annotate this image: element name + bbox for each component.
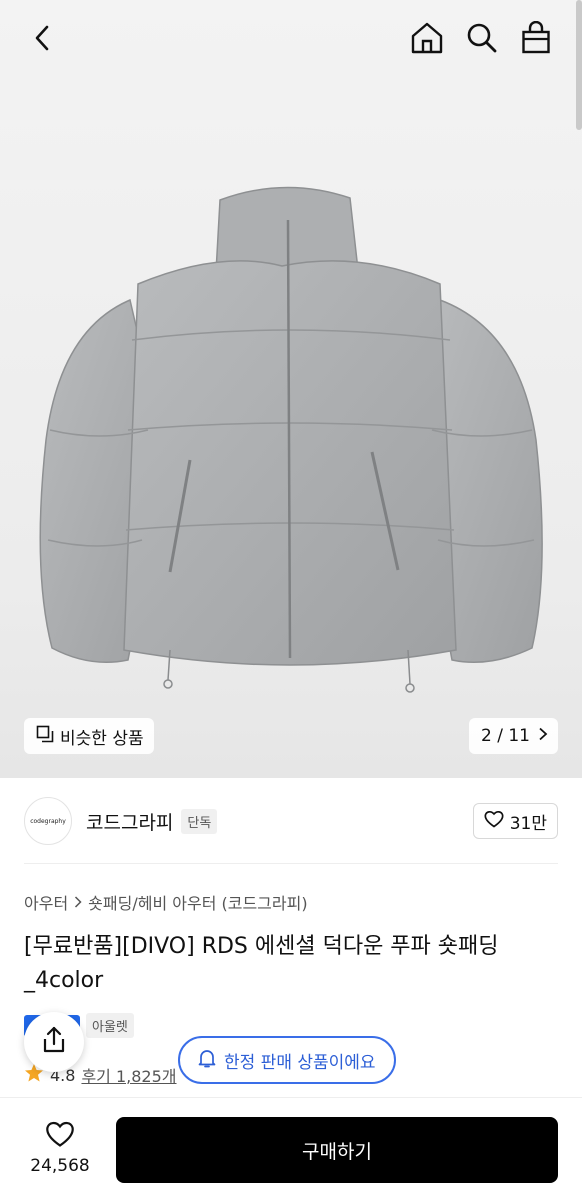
home-button[interactable] — [407, 20, 447, 60]
brand-logo[interactable]: codegraphy — [24, 797, 72, 845]
home-icon — [410, 21, 444, 59]
chevron-right-icon — [74, 893, 82, 912]
search-button[interactable] — [462, 20, 502, 60]
similar-products-label: 비슷한 상품 — [60, 728, 144, 749]
product-image-gallery[interactable]: 비슷한 상품 2 / 11 — [0, 0, 582, 778]
review-count-link[interactable]: 후기 1,825개 — [81, 1063, 176, 1087]
image-counter-text: 2 / 11 — [481, 726, 530, 746]
exclusive-badge: 단독 — [181, 808, 218, 834]
back-button[interactable] — [22, 20, 62, 60]
bell-icon — [198, 1048, 216, 1073]
wishlist-count: 24,568 — [30, 1156, 90, 1176]
outlet-badge: 아울렛 — [86, 1013, 134, 1038]
product-title: [무료반품][DIVO] RDS 에센셜 덕다운 푸파 숏패딩_4color — [24, 934, 499, 993]
cart-button[interactable] — [516, 20, 556, 60]
search-icon — [466, 22, 498, 58]
image-counter-button[interactable]: 2 / 11 — [469, 718, 558, 754]
breadcrumb-subcategory[interactable]: 숏패딩/헤비 아우터 (코드그라피) — [88, 890, 307, 914]
breadcrumb-category[interactable]: 아우터 — [24, 890, 68, 914]
brand-row: codegraphy 코드그라피 단독 31만 — [24, 796, 558, 846]
brand-logo-text: codegraphy — [30, 817, 66, 825]
share-icon — [41, 1026, 67, 1058]
limited-sale-text: 한정 판매 상품이에요 — [224, 1052, 376, 1073]
bottom-action-bar: 24,568 구매하기 — [0, 1097, 582, 1200]
similar-items-icon — [36, 725, 54, 748]
heart-icon — [45, 1120, 75, 1152]
chevron-left-icon — [32, 24, 52, 56]
buy-button[interactable]: 구매하기 — [116, 1117, 558, 1183]
similar-products-button[interactable]: 비슷한 상품 — [24, 718, 154, 754]
heart-icon — [484, 810, 504, 833]
brand-like-button[interactable]: 31만 — [472, 803, 558, 839]
shopping-bag-icon — [521, 20, 551, 59]
brand-like-count: 31만 — [509, 813, 547, 834]
divider — [24, 863, 558, 864]
breadcrumb: 아우터 숏패딩/헤비 아우터 (코드그라피) — [24, 890, 308, 914]
wishlist-button[interactable]: 24,568 — [22, 1120, 98, 1176]
limited-sale-notice[interactable]: 한정 판매 상품이에요 — [178, 1036, 396, 1084]
product-photo — [20, 180, 562, 700]
share-button[interactable] — [24, 1012, 84, 1072]
chevron-right-icon — [538, 726, 548, 746]
brand-name[interactable]: 코드그라피 — [86, 808, 173, 835]
scrollbar-thumb[interactable] — [576, 0, 582, 130]
